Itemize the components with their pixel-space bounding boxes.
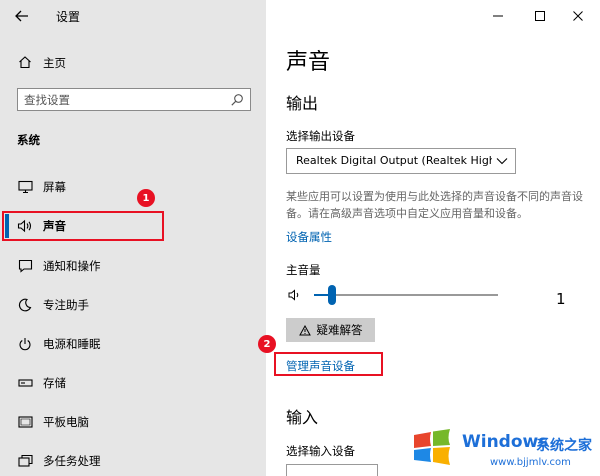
page-title: 声音	[286, 50, 331, 75]
sidebar-item-tablet[interactable]: 平板电脑	[0, 409, 266, 435]
device-properties-link[interactable]: 设备属性	[286, 229, 332, 245]
back-arrow-icon	[15, 10, 28, 22]
close-icon	[573, 11, 583, 21]
moon-icon	[17, 297, 33, 313]
output-description: 某些应用可以设置为使用与此处选择的声音设备不同的声音设备。请在高级声音选项中自定…	[286, 190, 583, 220]
sidebar-item-label: 专注助手	[43, 298, 89, 312]
sidebar-item-label: 通知和操作	[43, 259, 101, 273]
title-bar: 设置	[0, 0, 266, 32]
annotation-highlight-manage	[274, 352, 383, 376]
maximize-button[interactable]	[526, 6, 554, 26]
tablet-icon	[17, 414, 33, 430]
sidebar: 设置 主页 系统 屏幕 声音	[0, 0, 266, 476]
nav-home-label: 主页	[43, 56, 66, 70]
maximize-icon	[535, 11, 545, 21]
output-heading: 输出	[286, 94, 319, 113]
sidebar-item-storage[interactable]: 存储	[0, 370, 266, 396]
sidebar-item-focus-assist[interactable]: 专注助手	[0, 292, 266, 318]
output-device-label: 选择输出设备	[286, 129, 355, 143]
troubleshoot-label: 疑难解答	[316, 325, 363, 337]
chevron-down-icon	[496, 158, 508, 165]
sidebar-item-notifications[interactable]: 通知和操作	[0, 253, 266, 279]
sidebar-item-label: 多任务处理	[43, 454, 101, 468]
annotation-badge-2: 2	[258, 335, 276, 353]
notification-icon	[17, 258, 33, 274]
volume-slider[interactable]	[314, 285, 498, 305]
nav-home[interactable]: 主页	[0, 50, 266, 74]
sidebar-item-multitasking[interactable]: 多任务处理	[0, 448, 266, 474]
app-title: 设置	[56, 10, 81, 24]
warning-icon	[298, 324, 311, 335]
windows-logo-watermark	[414, 429, 450, 465]
output-device-select[interactable]: Realtek Digital Output (Realtek High...	[286, 148, 516, 174]
annotation-highlight-sound	[2, 211, 164, 241]
sidebar-item-label: 屏幕	[43, 180, 66, 194]
search-input[interactable]	[24, 89, 224, 110]
minimize-icon	[493, 15, 503, 17]
volume-value: 1	[556, 290, 566, 308]
volume-icon[interactable]	[288, 288, 302, 302]
minimize-button[interactable]	[484, 6, 512, 26]
input-device-label: 选择输入设备	[286, 444, 355, 458]
sidebar-item-power[interactable]: 电源和睡眠	[0, 331, 266, 357]
settings-window: 设置 主页 系统 屏幕 声音	[0, 0, 600, 476]
troubleshoot-button[interactable]: 疑难解答	[286, 318, 375, 342]
close-button[interactable]	[564, 6, 592, 26]
watermark-suffix: 系统之家	[536, 438, 592, 454]
multitask-icon	[17, 453, 33, 469]
watermark-url: www.bjjmlv.com	[490, 457, 571, 468]
content-pane: 声音 输出 选择输出设备 Realtek Digital Output (Rea…	[258, 0, 600, 476]
input-device-select[interactable]	[286, 464, 378, 476]
search-icon[interactable]	[230, 93, 244, 107]
output-device-value: Realtek Digital Output (Realtek High...	[296, 154, 492, 167]
storage-icon	[17, 375, 33, 391]
section-title-system: 系统	[17, 133, 40, 147]
sidebar-item-display[interactable]: 屏幕	[0, 174, 266, 200]
sidebar-item-label: 存储	[43, 376, 66, 390]
sidebar-item-label: 电源和睡眠	[43, 337, 101, 351]
volume-slider-thumb[interactable]	[328, 285, 336, 305]
annotation-badge-1: 1	[137, 189, 155, 207]
back-button[interactable]	[12, 6, 32, 26]
power-icon	[17, 336, 33, 352]
monitor-icon	[17, 179, 33, 195]
sidebar-item-label: 平板电脑	[43, 415, 89, 429]
home-icon	[17, 54, 33, 70]
input-heading: 输入	[286, 408, 319, 427]
search-box[interactable]	[17, 88, 251, 111]
master-volume-label: 主音量	[286, 263, 321, 277]
